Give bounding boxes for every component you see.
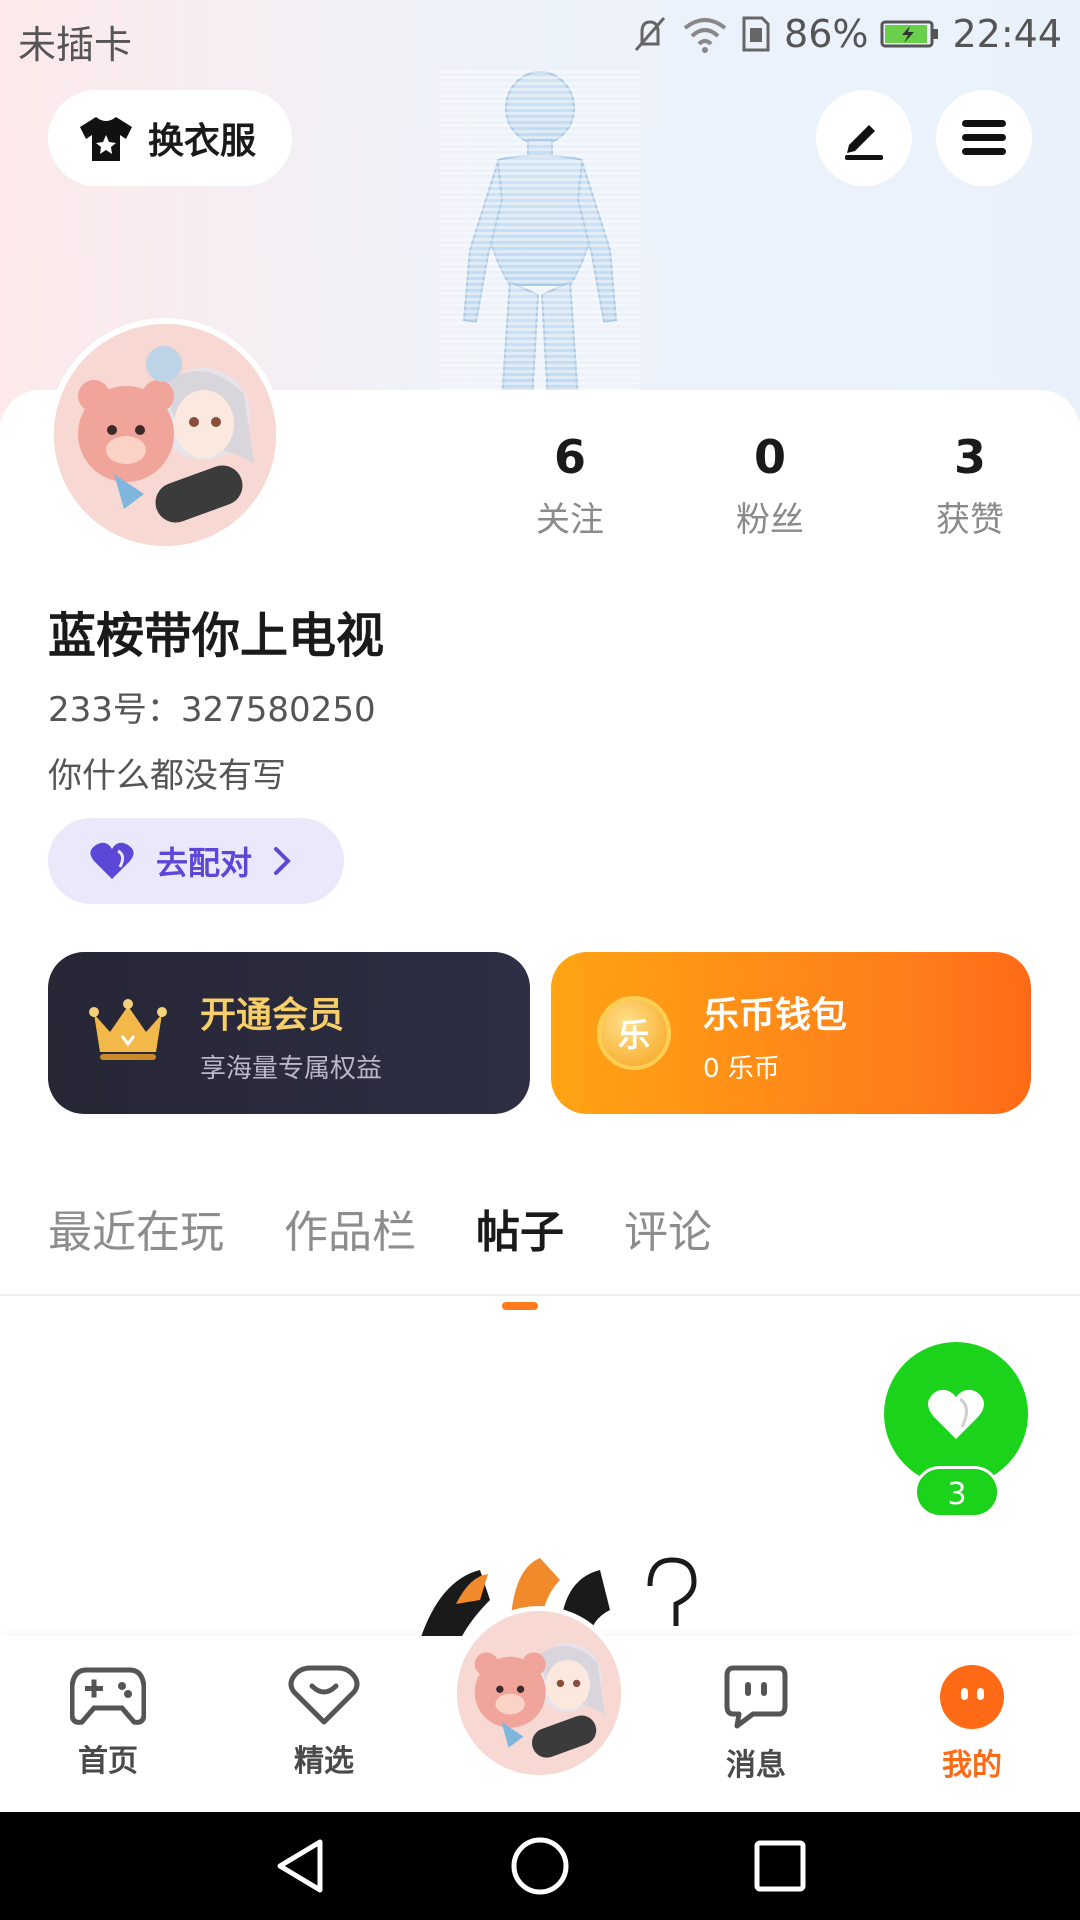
avatar-image	[457, 1611, 621, 1775]
like-count-badge: 3	[914, 1466, 1000, 1518]
user-id: 233号：327580250	[48, 690, 376, 730]
pen-icon	[845, 125, 883, 160]
menu-icon	[962, 120, 1006, 155]
vip-title: 开通会员	[200, 995, 345, 1036]
heart-icon	[90, 842, 134, 879]
stat-likes[interactable]: 3 获赞	[870, 430, 1070, 541]
nav-messages-label: 消息	[726, 1748, 786, 1783]
nav-home-label: 首页	[78, 1744, 138, 1779]
recents-icon[interactable]	[750, 1836, 810, 1896]
avatar-thumbnail	[457, 1611, 621, 1775]
wallet-title: 乐币钱包	[703, 995, 848, 1036]
tab-works[interactable]: 作品栏	[284, 1196, 416, 1260]
avatar[interactable]	[48, 318, 282, 552]
heart-icon	[928, 1389, 984, 1439]
message-icon	[724, 1665, 788, 1729]
gamepad-icon	[69, 1667, 147, 1725]
stat-label: 获赞	[936, 500, 1004, 540]
username: 蓝桉带你上电视	[48, 608, 385, 664]
change-outfit-label: 换衣服	[148, 121, 257, 162]
menu-button[interactable]	[936, 90, 1032, 186]
avatar-image	[54, 324, 276, 546]
nav-center-avatar-button[interactable]	[452, 1606, 626, 1780]
nav-featured[interactable]: 精选	[264, 1664, 384, 1780]
nav-me[interactable]: 我的	[912, 1664, 1032, 1784]
stat-value: 3	[953, 430, 986, 484]
vip-card[interactable]: 开通会员 享海量专属权益	[48, 952, 530, 1114]
status-bar: 未插卡 86% 22:44	[0, 0, 1080, 75]
tab-posts[interactable]: 帖子	[476, 1196, 564, 1310]
wallet-balance: 0 乐币	[703, 1054, 780, 1084]
profile-stats: 6 关注 0 粉丝 3 获赞	[470, 430, 1070, 541]
stat-followers[interactable]: 0 粉丝	[670, 430, 870, 541]
avatar-figure	[440, 70, 640, 400]
stat-label: 关注	[536, 500, 604, 540]
me-icon	[940, 1665, 1004, 1729]
stat-value: 0	[753, 430, 786, 484]
mute-icon	[634, 17, 666, 51]
stat-value: 6	[553, 430, 586, 484]
wallet-card[interactable]: 乐 乐币钱包 0 乐币	[551, 952, 1031, 1114]
system-nav-bar	[0, 1812, 1080, 1920]
sim-icon	[742, 16, 770, 52]
like-button[interactable]	[884, 1342, 1028, 1486]
stat-following[interactable]: 6 关注	[470, 430, 670, 541]
coin-icon: 乐	[597, 996, 671, 1070]
match-button[interactable]: 去配对	[48, 818, 344, 904]
vip-subtitle: 享海量专属权益	[200, 1054, 383, 1084]
nav-messages[interactable]: 消息	[696, 1664, 816, 1784]
wifi-icon	[683, 18, 727, 53]
coin-glyph: 乐	[617, 1016, 650, 1054]
match-label: 去配对	[156, 844, 253, 882]
change-outfit-button[interactable]: 换衣服	[48, 90, 292, 186]
carrier-text: 未插卡	[18, 23, 133, 67]
clock: 22:44	[952, 12, 1062, 56]
chevron-right-icon	[274, 847, 291, 875]
nav-featured-label: 精选	[294, 1744, 354, 1779]
battery-icon	[880, 20, 939, 48]
crown-icon	[89, 999, 167, 1060]
divider	[0, 1294, 1080, 1296]
nav-home[interactable]: 首页	[48, 1664, 168, 1780]
tab-recent-play[interactable]: 最近在玩	[48, 1196, 224, 1260]
user-bio: 你什么都没有写	[48, 756, 286, 796]
tab-active-indicator	[502, 1302, 538, 1310]
tab-comments[interactable]: 评论	[624, 1196, 712, 1260]
tab-posts-label: 帖子	[476, 1207, 564, 1258]
home-icon[interactable]	[510, 1836, 570, 1896]
heart-chat-icon	[288, 1665, 360, 1725]
battery-percent: 86%	[784, 12, 869, 56]
tshirt-icon	[80, 117, 132, 161]
edit-profile-button[interactable]	[816, 90, 912, 186]
stat-label: 粉丝	[736, 500, 804, 540]
profile-tabs: 最近在玩 作品栏 帖子 评论	[48, 1196, 712, 1310]
back-icon[interactable]	[272, 1836, 332, 1896]
nav-me-label: 我的	[942, 1748, 1002, 1783]
